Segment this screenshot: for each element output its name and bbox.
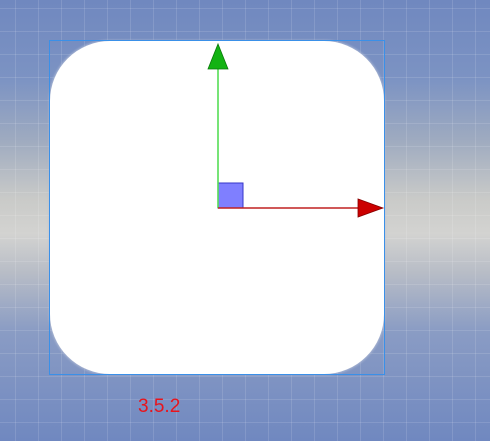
move-gizmo[interactable] xyxy=(0,0,490,441)
xy-plane-handle-icon[interactable] xyxy=(217,182,244,209)
scene-viewport[interactable]: 3.5.2 xyxy=(0,0,490,441)
version-label: 3.5.2 xyxy=(138,396,181,417)
